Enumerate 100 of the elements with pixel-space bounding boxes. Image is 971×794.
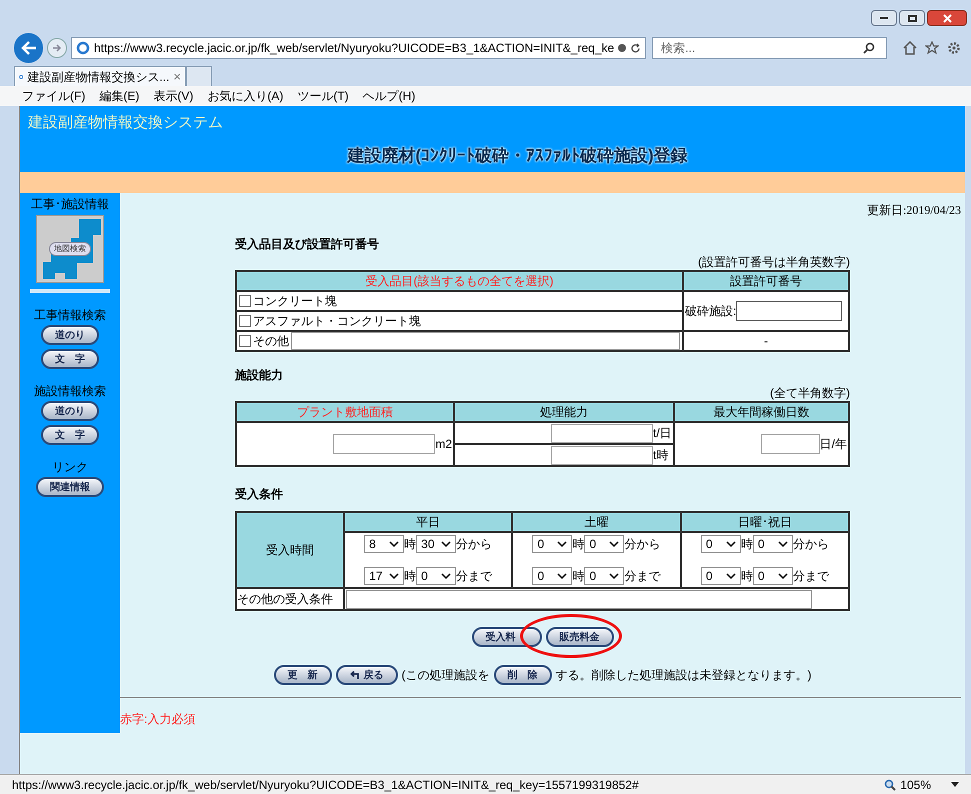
fee-button[interactable]: 受入料	[472, 627, 542, 647]
column-header: 日曜･祝日	[680, 512, 849, 532]
chevron-down-icon	[609, 572, 620, 580]
return-button[interactable]: 戻る	[336, 665, 398, 685]
area-field[interactable]	[333, 434, 436, 454]
unit-label: 分まで	[456, 568, 492, 585]
sidebar-button[interactable]: 関連情報	[36, 477, 104, 497]
unit-label: 時	[572, 568, 584, 585]
required-legend: 赤字:入力必須	[120, 710, 196, 728]
refresh-icon	[630, 42, 642, 54]
unit-label: m2	[435, 436, 452, 453]
capacity-field[interactable]	[551, 446, 653, 464]
chevron-down-icon	[441, 540, 452, 548]
chevron-down-icon	[726, 572, 736, 580]
system-title: 建設副産物情報交換システム	[28, 113, 223, 133]
chevron-down-icon	[778, 540, 788, 548]
back-button[interactable]	[14, 33, 44, 63]
checkbox[interactable]	[239, 315, 251, 327]
sidebar-heading: 工事･施設情報	[31, 196, 109, 213]
browser-tab[interactable]: 建設副産物情報交換シス... ×	[14, 66, 186, 86]
time-select[interactable]: 8	[364, 535, 404, 553]
menu-item[interactable]: ヘルプ(H)	[362, 87, 416, 105]
address-field[interactable]: https://www3.recycle.jacic.or.jp/fk_web/servlet/Nyuryoku?UICODE=B3_1&ACTION=INIT&_req_ke	[70, 37, 646, 59]
section-note: (設置許可番号は半角英数字)	[698, 255, 850, 270]
arrow-left-icon	[20, 41, 37, 55]
arrow-right-icon	[52, 43, 62, 53]
checkbox[interactable]	[239, 335, 251, 347]
time-select[interactable]: 17	[364, 567, 404, 585]
home-icon[interactable]	[903, 41, 917, 55]
time-select[interactable]: 0	[752, 535, 793, 553]
delete-note: (この処理施設を	[402, 667, 490, 684]
column-header: 設置許可番号	[683, 271, 849, 291]
settings-icon[interactable]	[947, 41, 961, 55]
row-header: その他の受入条件	[236, 588, 344, 610]
section-note: (全て半角数字)	[770, 386, 850, 401]
unit-label: 時	[740, 568, 753, 585]
time-select[interactable]: 0	[700, 567, 741, 585]
unit-label: 分まで	[624, 568, 660, 585]
operating-days-field[interactable]	[760, 434, 820, 454]
chevron-down-icon	[441, 572, 452, 580]
menu-item[interactable]: お気に入り(A)	[207, 87, 284, 105]
other-item-field[interactable]	[291, 332, 680, 350]
other-conditions-field[interactable]	[346, 590, 812, 608]
menu-item[interactable]: ファイル(F)	[22, 87, 86, 105]
updated-date: 更新日:2019/04/23	[866, 202, 961, 219]
time-select[interactable]: 0	[700, 535, 741, 553]
unit-label: 分から	[624, 536, 660, 553]
time-select[interactable]: 0	[532, 567, 572, 585]
capacity-field[interactable]	[551, 424, 653, 442]
section-title: 受入条件	[235, 486, 284, 503]
time-select[interactable]: 0	[416, 567, 456, 585]
column-header: 土曜	[512, 512, 681, 532]
minimize-button[interactable]	[871, 10, 897, 26]
close-button[interactable]	[927, 10, 967, 26]
checkbox[interactable]	[239, 295, 251, 307]
search-field[interactable]: 検索...	[652, 37, 887, 59]
menu-item[interactable]: 表示(V)	[153, 87, 194, 105]
chevron-down-icon	[778, 572, 788, 580]
column-header: 受入品目(該当するもの全てを選択)	[236, 271, 683, 291]
unit-label: 分から	[792, 536, 829, 553]
time-select[interactable]: 0	[532, 535, 572, 553]
update-button[interactable]: 更 新	[274, 665, 332, 685]
unit-label: 分まで	[792, 568, 829, 585]
sidebar-button[interactable]: 文 字	[41, 425, 99, 445]
time-select[interactable]: 0	[584, 535, 624, 553]
chevron-down-icon	[389, 572, 400, 580]
unit-label: 時	[404, 568, 416, 585]
unit-label: 日/年	[820, 436, 847, 453]
tab-close-button[interactable]: ×	[173, 66, 181, 86]
item-label: コンクリート塊	[253, 293, 337, 310]
fee-button[interactable]: 販売料金	[546, 627, 614, 647]
delete-note: する。削除した処理施設は未登録となります。)	[556, 667, 812, 684]
unit-label: 時	[404, 536, 416, 553]
return-arrow-icon	[350, 670, 360, 680]
caret-down-icon[interactable]	[951, 782, 959, 787]
menu-item[interactable]: 編集(E)	[99, 87, 140, 105]
permit-cell: -	[683, 331, 849, 351]
section-title: 施設能力	[235, 367, 284, 384]
page-title: 建設廃材(ｺﾝｸﾘｰﾄ破砕・ｱｽﾌｧﾙﾄ破砕施設)登録	[347, 144, 688, 166]
star-icon[interactable]	[925, 41, 939, 55]
unit-label: t時	[653, 447, 670, 464]
permit-number-field[interactable]	[736, 301, 842, 321]
item-label: その他	[253, 333, 289, 350]
search-icon	[863, 42, 875, 54]
sidebar-button[interactable]: 文 字	[41, 349, 99, 369]
permit-label: 破砕施設:	[685, 303, 736, 320]
column-header: 平日	[344, 512, 512, 532]
unit-label: 分から	[456, 536, 492, 553]
delete-button[interactable]: 削 除	[494, 665, 552, 685]
time-select[interactable]: 30	[416, 535, 456, 553]
forward-button[interactable]	[47, 38, 67, 58]
maximize-button[interactable]	[899, 10, 925, 26]
time-select[interactable]: 0	[752, 567, 793, 585]
time-select[interactable]: 0	[584, 567, 624, 585]
sidebar-button[interactable]: 道のり	[41, 401, 99, 421]
map-search-button[interactable]: 地図検索	[36, 215, 104, 283]
zoom-level[interactable]: 105%	[900, 776, 931, 794]
menu-item[interactable]: ツール(T)	[297, 87, 349, 105]
sidebar-button[interactable]: 道のり	[41, 325, 99, 345]
sidebar-group-title: 工事情報検索	[34, 309, 106, 321]
